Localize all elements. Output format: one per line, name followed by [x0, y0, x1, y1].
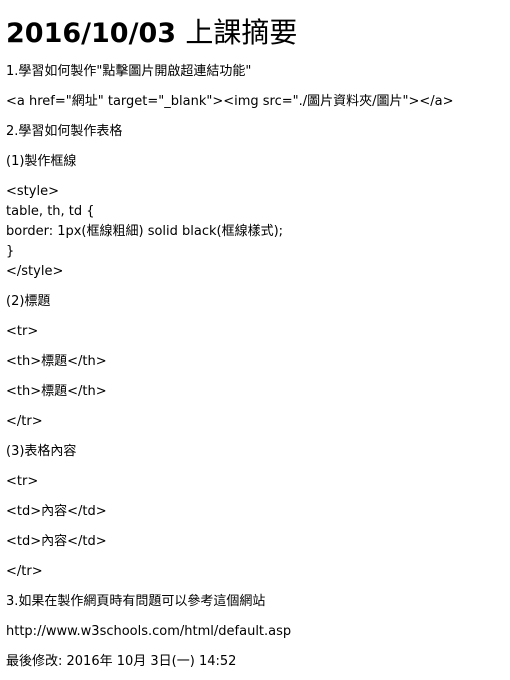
subitem-border-heading: (1)製作框線: [6, 154, 77, 169]
code-tr-close: </tr>: [6, 414, 43, 429]
page-title: 2016/10/03 上課摘要: [6, 14, 297, 53]
reference-url[interactable]: http://www.w3schools.com/html/default.as…: [6, 622, 291, 642]
code-th-2: <th>標題</th>: [6, 384, 107, 399]
code-image-link: <a href="網址" target="_blank"><img src=".…: [6, 94, 454, 109]
title-date: 2016/10/03: [6, 18, 177, 49]
item-3-heading: 3.如果在製作網頁時有問題可以參考這個網站: [6, 594, 266, 609]
code-th-1: <th>標題</th>: [6, 354, 107, 369]
code-td-2: <td>內容</td>: [6, 534, 107, 549]
code-tr-open: <tr>: [6, 324, 39, 339]
subitem-header-heading: (2)標題: [6, 294, 51, 309]
item-1-heading: 1.學習如何製作"點擊圖片開啟超連結功能": [6, 64, 252, 79]
code-style-close: </style>: [6, 264, 64, 279]
code-td-1: <td>內容</td>: [6, 504, 107, 519]
title-text: 上課摘要: [185, 16, 298, 49]
code-tr-close-2: </tr>: [6, 564, 43, 579]
code-tr-open-2: <tr>: [6, 474, 39, 489]
subitem-content-heading: (3)表格內容: [6, 444, 77, 459]
code-style-open: <style>: [6, 184, 59, 199]
item-2-heading: 2.學習如何製作表格: [6, 124, 123, 139]
code-selector: table, th, td {: [6, 204, 95, 219]
code-brace-close: }: [6, 244, 15, 259]
last-modified: 最後修改: 2016年 10月 3日(一) 14:52: [6, 654, 237, 669]
code-border-rule: border: 1px(框線粗細) solid black(框線樣式);: [6, 224, 284, 239]
